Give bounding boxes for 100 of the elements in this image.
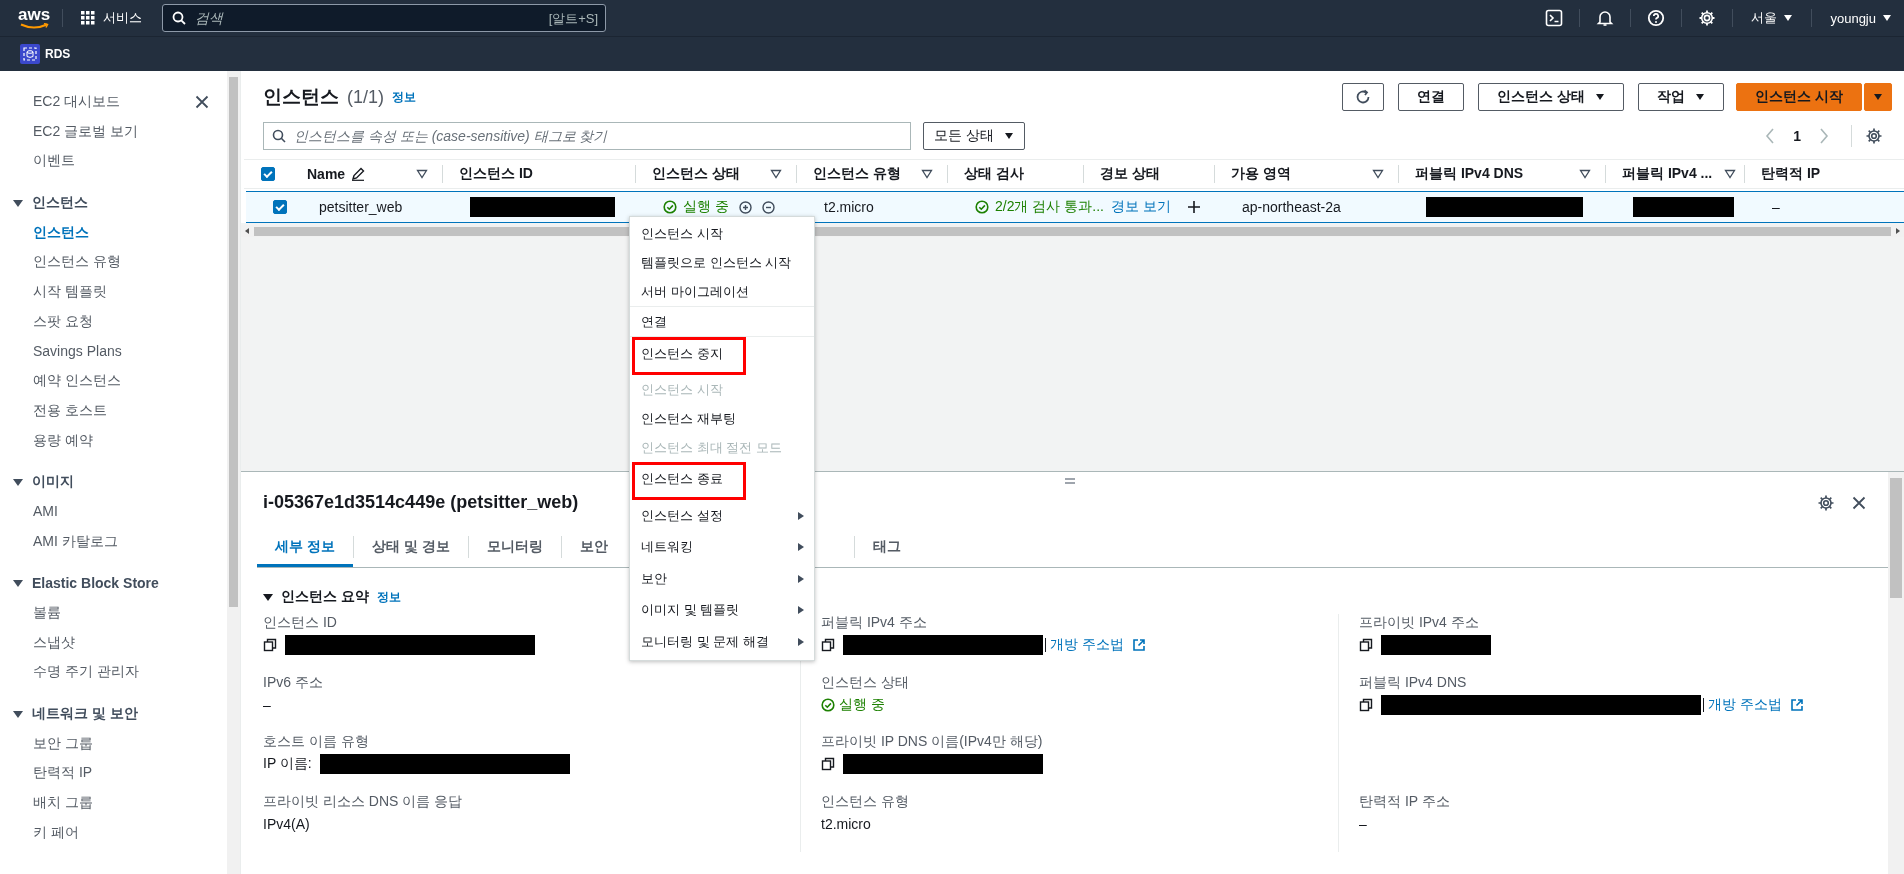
sidebar-link[interactable]: Savings Plans — [0, 336, 227, 367]
section-header[interactable]: 인스턴스 요약 — [263, 588, 369, 606]
checkbox[interactable] — [272, 200, 287, 214]
help-icon[interactable] — [1647, 9, 1666, 27]
sidebar-link[interactable]: 예약 인스턴스 — [0, 366, 227, 396]
field-value: IP 이름: — [263, 755, 312, 773]
column-header[interactable]: 상태 검사 — [964, 165, 1024, 183]
info-link[interactable]: 정보 — [376, 588, 401, 606]
expanded-caret-icon — [263, 592, 273, 602]
scroll-left-icon — [243, 227, 251, 235]
resize-handle-icon[interactable] — [1064, 478, 1075, 484]
sidebar-link[interactable]: 전용 호스트 — [0, 395, 227, 426]
sidebar-link[interactable]: 배치 그룹 — [0, 788, 227, 818]
state-filter-select[interactable]: 모든 상태 — [923, 122, 1025, 150]
sidebar-link[interactable]: 키 페어 — [0, 817, 227, 848]
sidebar-link[interactable]: AMI 카탈로그 — [0, 526, 227, 557]
sidebar-link[interactable]: EC2 글로벌 보기 — [0, 116, 227, 147]
sidebar-link[interactable]: 시작 템플릿 — [0, 277, 227, 307]
external-link[interactable]: 개방 주소법 — [1708, 695, 1782, 714]
region-menu-button[interactable]: 서울 — [1747, 9, 1798, 27]
menu-item[interactable]: 이미지 및 템플릿 — [630, 594, 814, 626]
tab[interactable]: 모니터링 — [468, 527, 561, 567]
close-icon[interactable] — [1852, 495, 1866, 510]
menu-item[interactable]: 인스턴스 재부팅 — [630, 404, 814, 433]
sidebar-link[interactable]: 볼륨 — [0, 598, 227, 628]
menu-item[interactable]: 보안 — [630, 563, 814, 595]
submenu-arrow-icon — [798, 511, 804, 520]
shortcut-hint: [알트+S] — [548, 10, 599, 28]
sidebar-section-header[interactable]: Elastic Block Store — [0, 568, 227, 598]
column-header[interactable]: 경보 상태 — [1100, 165, 1160, 183]
column-header[interactable]: 퍼블릭 IPv4 ... — [1622, 165, 1713, 183]
sidebar-link[interactable]: AMI — [0, 496, 227, 527]
column-header[interactable]: 탄력적 IP — [1761, 165, 1821, 183]
expanded-caret-icon — [13, 578, 23, 589]
status-text: 실행 중 — [683, 198, 729, 216]
menu-item[interactable]: 모니터링 및 문제 해결 — [630, 626, 814, 658]
dropdown-button[interactable]: 인스턴스 상태 — [1478, 83, 1625, 111]
column-header[interactable]: 가용 영역 — [1231, 165, 1291, 183]
bell-icon[interactable] — [1596, 9, 1615, 27]
sidebar-link[interactable]: 인스턴스 유형 — [0, 247, 227, 278]
column-header[interactable]: 퍼블릭 IPv4 DNS — [1415, 165, 1524, 183]
services-menu-button[interactable]: 서비스 — [77, 9, 147, 27]
sidebar-section-header[interactable]: 이미지 — [0, 467, 227, 497]
menu-item[interactable]: 연결 — [630, 307, 814, 336]
launch-button[interactable]: 인스턴스 시작 — [1736, 83, 1862, 111]
scrollbar[interactable] — [1888, 472, 1904, 874]
dropdown-button[interactable]: 작업 — [1638, 83, 1725, 111]
caret-icon — [1695, 93, 1706, 101]
field-label: 퍼블릭 IPv4 DNS — [1359, 673, 1467, 692]
tab[interactable]: 세부 정보 — [257, 527, 353, 567]
scrollbar[interactable] — [227, 71, 240, 874]
external-link[interactable]: 개방 주소법 — [1050, 636, 1124, 654]
menu-item[interactable]: 네트워킹 — [630, 531, 814, 563]
menu-item[interactable]: 인스턴스 종료 — [632, 462, 746, 500]
column-header[interactable]: Name — [307, 166, 346, 182]
tab[interactable]: 상태 및 경보 — [353, 527, 468, 567]
page-number[interactable]: 1 — [1793, 128, 1801, 144]
tab[interactable]: 보안 — [561, 527, 626, 567]
aws-logo[interactable]: aws — [18, 6, 51, 30]
column-header[interactable]: 인스턴스 ID — [459, 165, 533, 183]
menu-item[interactable]: 서버 마이그레이션 — [630, 277, 814, 306]
close-icon[interactable] — [195, 95, 209, 109]
favorite-service-link[interactable]: RDS — [20, 44, 71, 64]
field-label: 호스트 이름 유형 — [263, 733, 369, 751]
zoom-out-icon — [761, 200, 775, 214]
table-row[interactable]: petsitter_web 실행 중 t2.micro 2/2개 검사 통과... 경보 보기 ap-northeast-2a – — [246, 191, 1904, 223]
sidebar-link[interactable]: 용량 예약 — [0, 425, 227, 456]
sidebar-link[interactable]: 탄력적 IP — [0, 758, 227, 789]
sidebar-section-header[interactable]: 네트워크 및 보안 — [0, 699, 227, 729]
sidebar-link[interactable]: 스팟 요청 — [0, 306, 227, 337]
account-menu-button[interactable]: youngju — [1826, 10, 1896, 26]
sidebar-link[interactable]: 이벤트 — [0, 146, 227, 177]
sidebar-link[interactable]: EC2 대시보드 — [0, 87, 227, 117]
menu-item[interactable]: 인스턴스 중지 — [632, 337, 746, 375]
menu-item[interactable]: 템플릿으로 인스턴스 시작 — [630, 248, 814, 277]
menu-item[interactable]: 인스턴스 설정 — [630, 500, 814, 532]
field-value: – — [263, 696, 271, 713]
sidebar-link[interactable]: 스냅샷 — [0, 627, 227, 658]
dropdown-toggle[interactable] — [1864, 83, 1892, 111]
checkbox[interactable] — [260, 167, 275, 181]
plus-icon[interactable] — [1186, 200, 1201, 214]
settings-icon[interactable] — [1818, 494, 1834, 511]
table-cell: ap-northeast-2a — [1242, 199, 1341, 215]
refresh-button[interactable] — [1342, 83, 1385, 111]
sidebar-link[interactable]: 인스턴스 — [0, 217, 227, 248]
sidebar-link[interactable]: 보안 그룹 — [0, 728, 227, 759]
field-label: 퍼블릭 IPv4 주소 — [821, 614, 927, 632]
view-alarms-link[interactable]: 경보 보기 — [1111, 198, 1171, 216]
column-header[interactable]: 인스턴스 상태 — [652, 165, 740, 183]
filter-field[interactable]: 인스턴스를 속성 또는 (case-sensitive) 태그로 찾기 — [263, 122, 911, 150]
connect-button[interactable]: 연결 — [1398, 83, 1465, 111]
terminal-icon[interactable] — [1545, 9, 1564, 27]
settings-icon[interactable] — [1866, 128, 1882, 144]
sidebar-section-header[interactable]: 인스턴스 — [0, 188, 227, 218]
instance-count: (1/1) — [347, 86, 384, 108]
column-header[interactable]: 인스턴스 유형 — [813, 165, 901, 183]
tab[interactable]: 태그 — [854, 527, 919, 567]
info-link[interactable]: 정보 — [392, 88, 416, 106]
sidebar-link[interactable]: 수명 주기 관리자 — [0, 657, 227, 688]
page-title: 인스턴스 — [263, 85, 339, 109]
